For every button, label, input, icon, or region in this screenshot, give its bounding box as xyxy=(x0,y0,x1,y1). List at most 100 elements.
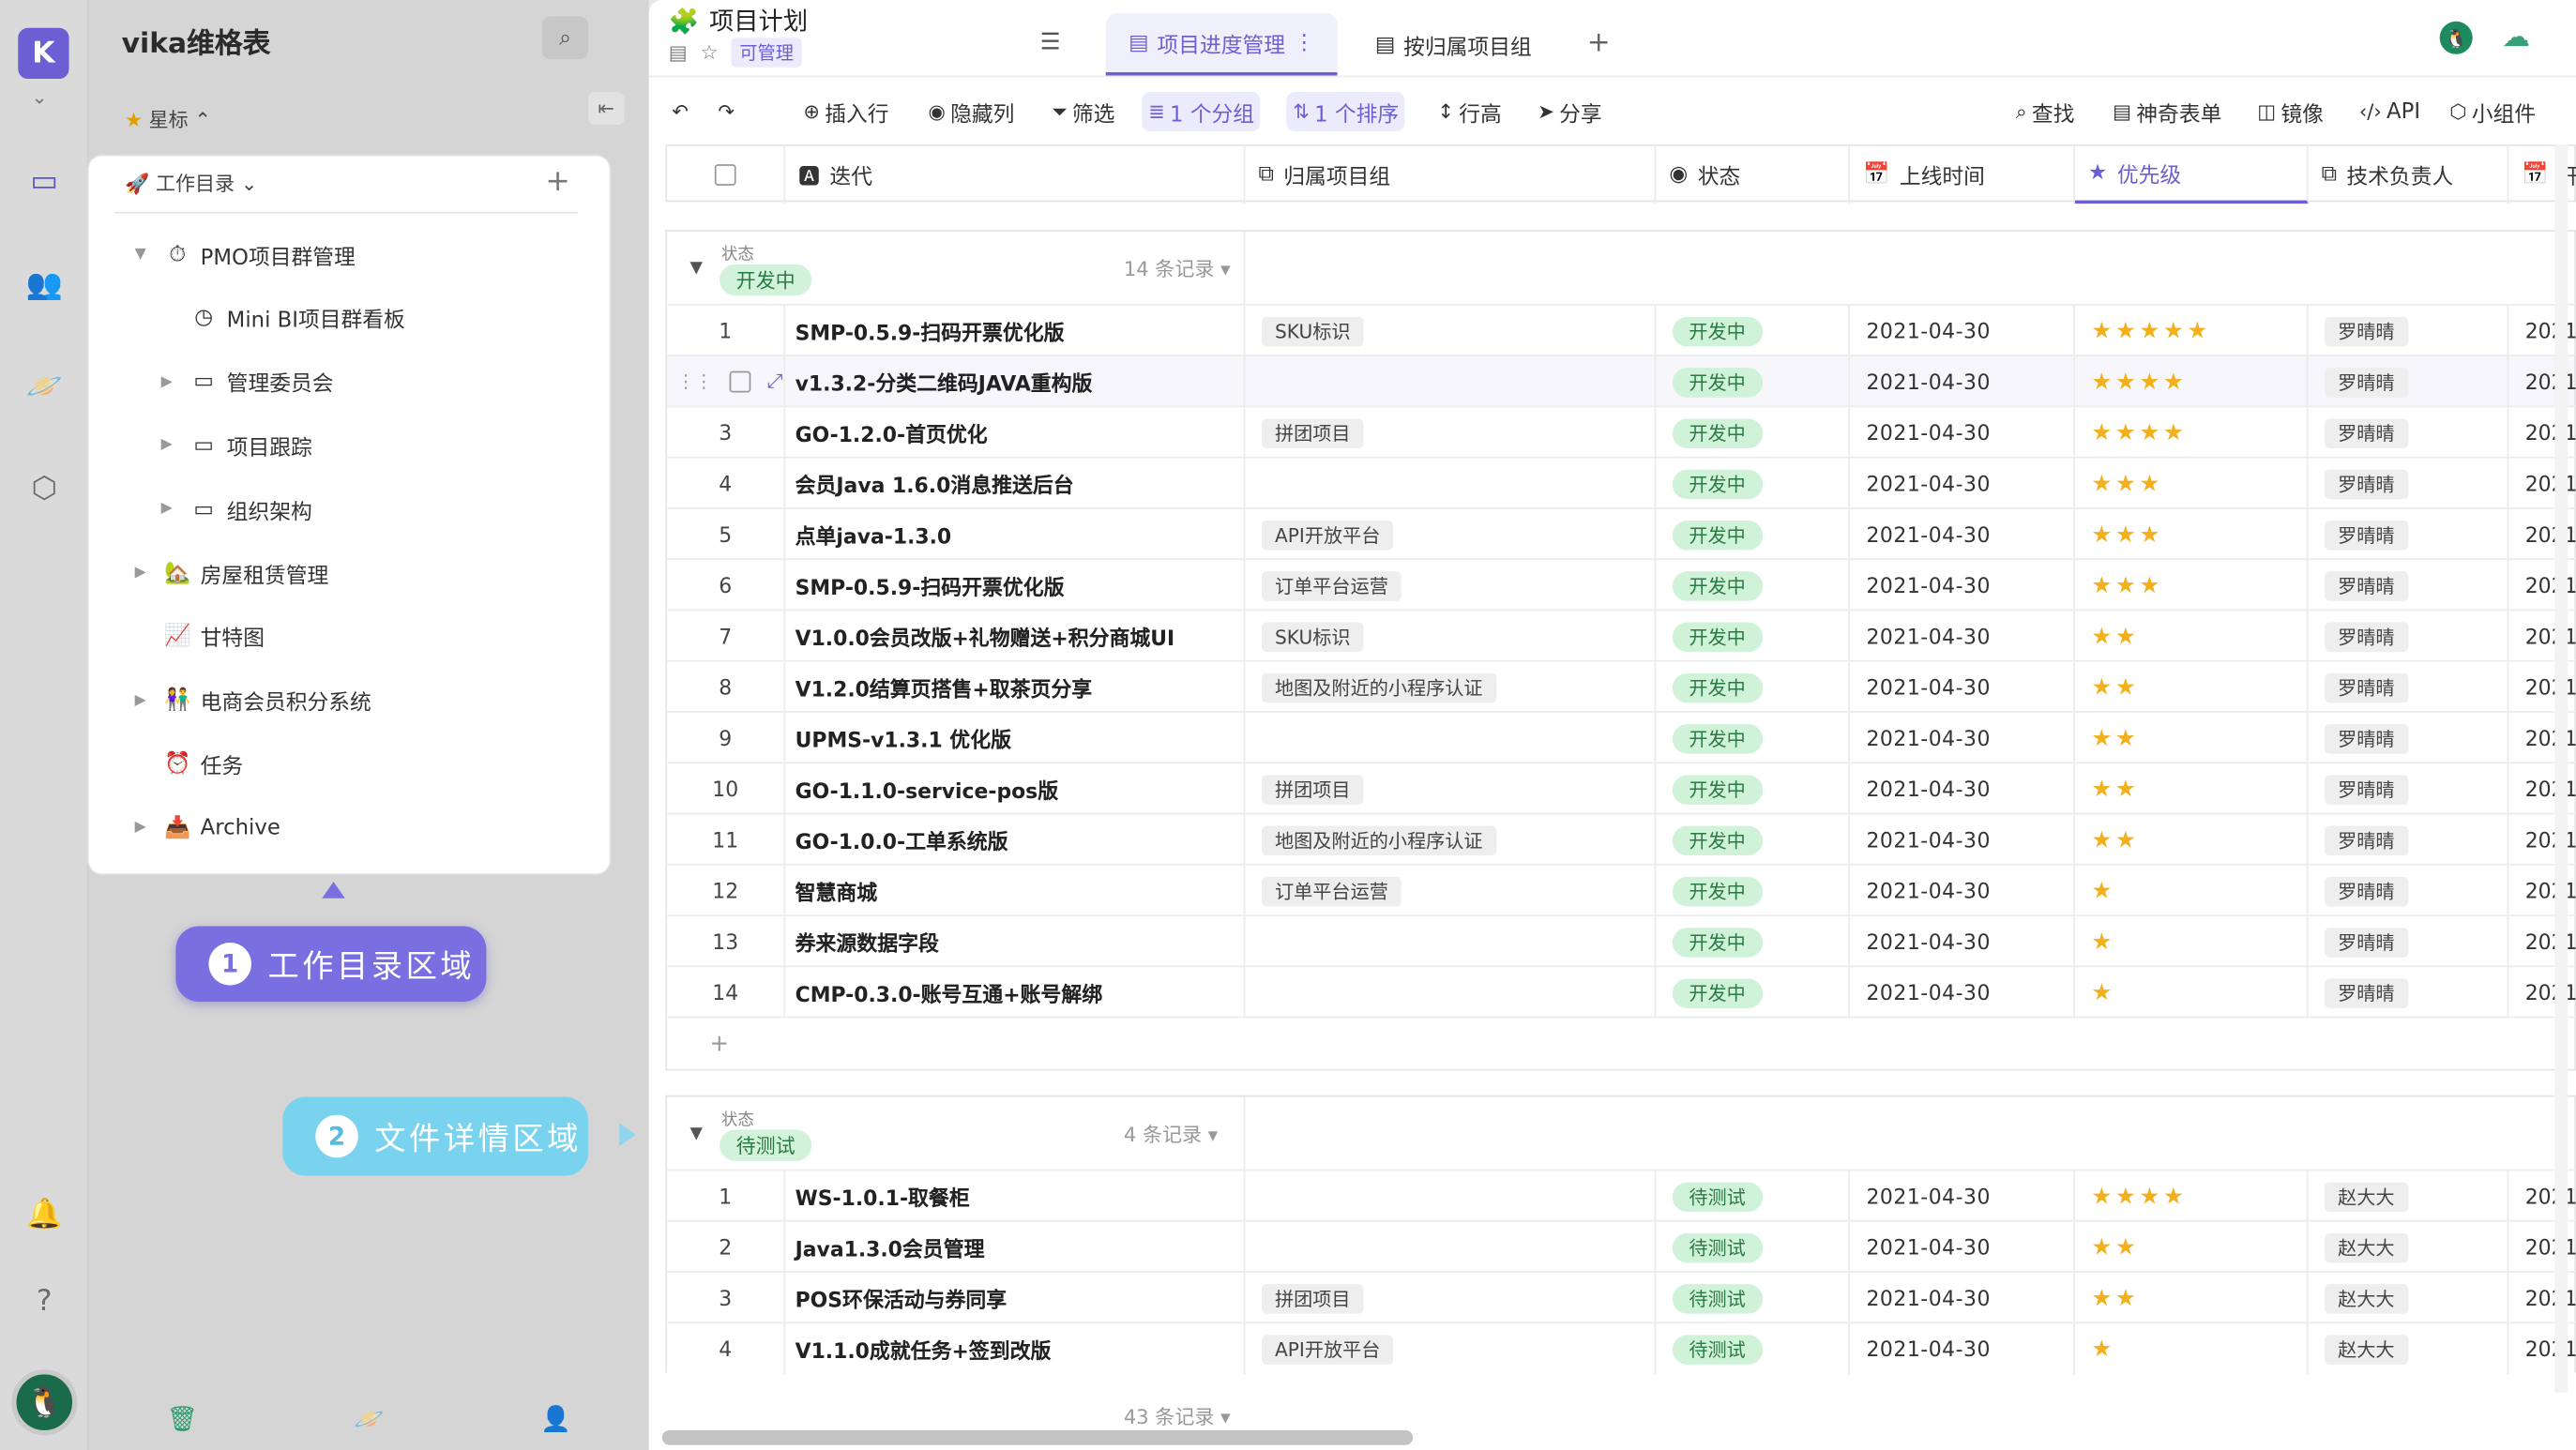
collapse-group-icon[interactable]: ▼ xyxy=(690,1125,703,1142)
add-node-button[interactable]: + xyxy=(545,164,569,199)
table-row[interactable]: 12 智慧商城 订单平台运营 开发中 2021-04-30 ★ 罗晴晴 2021 xyxy=(665,863,2576,916)
favorite-icon[interactable]: ☆ xyxy=(701,41,719,65)
planet-icon[interactable]: 🪐 xyxy=(354,1404,385,1434)
cell-owner[interactable]: 赵大大 xyxy=(2309,1171,2509,1222)
cell-launch-date[interactable]: 2021-04-30 xyxy=(1850,407,2075,459)
add-view-button[interactable]: + xyxy=(1587,26,1611,59)
chevron-down-icon[interactable]: ⌄ xyxy=(31,85,48,109)
vertical-scrollbar[interactable] xyxy=(2554,144,2568,1393)
cell-owner[interactable]: 罗晴晴 xyxy=(2309,305,2509,356)
cell-owner[interactable]: 赵大大 xyxy=(2309,1272,2509,1324)
cell-owner[interactable]: 罗晴晴 xyxy=(2309,458,2509,509)
cell-launch-date[interactable]: 2021-04-30 xyxy=(1850,560,2075,612)
table-row[interactable]: 10 GO-1.1.0-service-pos版 拼团项目 开发中 2021-04-30… xyxy=(665,762,2576,815)
cell-priority[interactable]: ★★★ xyxy=(2075,458,2309,509)
row-checkbox[interactable] xyxy=(729,370,751,393)
cell-owner[interactable]: 罗晴晴 xyxy=(2309,560,2509,612)
members-icon[interactable]: 👥 xyxy=(24,264,64,304)
cell-project[interactable] xyxy=(1245,355,1657,408)
table-row[interactable]: 8 V1.2.0结算页搭售+取茶页分享 地图及附近的小程序认证 开发中 2021-04-… xyxy=(665,659,2576,713)
catalog-node[interactable]: ▶ ▭ 组织架构 xyxy=(161,493,312,526)
column-header-priority[interactable]: ★ 优先级 xyxy=(2074,145,2309,204)
cell-priority[interactable]: ★★ xyxy=(2075,763,2309,815)
cell-status[interactable]: 开发中 xyxy=(1656,915,1850,968)
table-row[interactable]: 11 GO-1.0.0-工单系统版 地图及附近的小程序认证 开发中 2021-04-30… xyxy=(665,812,2576,866)
group-header[interactable]: ▼ 状态 待测试 4 条记录 ▾ xyxy=(665,1095,2576,1171)
cell-priority[interactable]: ★ xyxy=(2075,967,2309,1019)
catalog-node[interactable]: ▶ 🏡 房屋租赁管理 xyxy=(135,557,329,590)
collaborator-avatar[interactable]: 🐧 xyxy=(2439,21,2473,54)
find-button[interactable]: ⌕ 查找 xyxy=(2009,92,2082,131)
user-avatar[interactable]: 🐧 xyxy=(11,1369,78,1436)
cell-project[interactable] xyxy=(1245,1171,1657,1222)
cell-project[interactable]: 地图及附近的小程序认证 xyxy=(1245,814,1657,866)
cell-launch-date[interactable]: 2021-04-30 xyxy=(1850,814,2075,866)
cell-project[interactable]: API开放平台 xyxy=(1245,508,1657,561)
cell-priority[interactable]: ★★★★ xyxy=(2075,355,2309,408)
cell-launch-date[interactable]: 2021-04-30 xyxy=(1850,763,2075,815)
cell-status[interactable]: 待测试 xyxy=(1656,1171,1850,1222)
cell-priority[interactable]: ★★ xyxy=(2075,661,2309,713)
catalog-node[interactable]: ▶ 📥 Archive xyxy=(135,811,280,844)
more-icon[interactable]: ⋮ xyxy=(1294,30,1315,54)
cell-launch-date[interactable]: 2021-04-30 xyxy=(1850,611,2075,662)
cell-launch-date[interactable]: 2021-04-30 xyxy=(1850,508,2075,561)
cell-status[interactable]: 开发中 xyxy=(1656,967,1850,1019)
cell-project[interactable] xyxy=(1245,915,1657,968)
cell-owner[interactable]: 罗晴晴 xyxy=(2309,763,2509,815)
cell-owner[interactable]: 罗晴晴 xyxy=(2309,915,2509,968)
form-button[interactable]: ▤ 神奇表单 xyxy=(2106,92,2228,131)
cell-owner[interactable]: 罗晴晴 xyxy=(2309,508,2509,561)
cell-project[interactable] xyxy=(1245,967,1657,1019)
cell-priority[interactable]: ★★★★ xyxy=(2075,407,2309,459)
cell-status[interactable]: 开发中 xyxy=(1656,407,1850,459)
cell-project[interactable] xyxy=(1245,712,1657,764)
cell-status[interactable]: 开发中 xyxy=(1656,661,1850,713)
cell-iteration[interactable]: V1.1.0成就任务+签到改版 xyxy=(785,1323,1246,1375)
cell-launch-date[interactable]: 2021-04-30 xyxy=(1850,1171,2075,1222)
drag-handle-icon[interactable]: ⋮⋮ xyxy=(677,371,714,393)
node-arrow-icon[interactable]: ▶ xyxy=(161,501,181,518)
cell-launch-date[interactable]: 2021-04-30 xyxy=(1850,865,2075,916)
doc-title[interactable]: 🧩 项目计划 xyxy=(669,4,808,38)
cell-iteration[interactable]: POS环保活动与券同享 xyxy=(785,1272,1246,1324)
cell-priority[interactable]: ★★★ xyxy=(2075,508,2309,561)
cell-project[interactable]: API开放平台 xyxy=(1245,1323,1657,1375)
node-arrow-icon[interactable]: ▶ xyxy=(161,437,181,454)
cell-owner[interactable]: 罗晴晴 xyxy=(2309,865,2509,916)
undo-button[interactable]: ↶ xyxy=(665,92,695,131)
catalog-header[interactable]: 🚀 工作目录 ⌄ xyxy=(125,169,257,197)
table-row[interactable]: 4 会员Java 1.6.0消息推送后台 开发中 2021-04-30 ★★★ 罗晴晴 20… xyxy=(665,456,2576,509)
cell-iteration[interactable]: Java1.3.0会员管理 xyxy=(785,1221,1246,1273)
permission-badge[interactable]: 可管理 xyxy=(731,38,802,68)
cell-iteration[interactable]: V1.2.0结算页搭售+取茶页分享 xyxy=(785,661,1246,713)
workbench-icon[interactable]: ▭ xyxy=(11,149,78,212)
cell-project[interactable] xyxy=(1245,458,1657,509)
catalog-node[interactable]: ▶ 👫 电商会员积分系统 xyxy=(135,684,371,717)
cell-project[interactable]: 拼团项目 xyxy=(1245,407,1657,459)
cell-iteration[interactable]: GO-1.2.0-首页优化 xyxy=(785,407,1246,459)
table-row[interactable]: 1 WS-1.0.1-取餐柜 待测试 2021-04-30 ★★★★ 赵大大 2021 xyxy=(665,1169,2576,1222)
cell-launch-date[interactable]: 2021-04-30 xyxy=(1850,661,2075,713)
cell-launch-date[interactable]: 2021-04-30 xyxy=(1850,1323,2075,1375)
cell-status[interactable]: 待测试 xyxy=(1656,1221,1850,1273)
cell-project[interactable]: 订单平台运营 xyxy=(1245,560,1657,612)
cell-owner[interactable]: 赵大大 xyxy=(2309,1221,2509,1273)
cell-iteration[interactable]: 会员Java 1.6.0消息推送后台 xyxy=(785,458,1246,509)
cell-iteration[interactable]: V1.0.0会员改版+礼物赠送+积分商城UI xyxy=(785,611,1246,662)
catalog-node[interactable]: ⏰ 任务 xyxy=(135,748,243,780)
cell-launch-date[interactable]: 2021-04-30 xyxy=(1850,458,2075,509)
cell-status[interactable]: 待测试 xyxy=(1656,1323,1850,1375)
cell-project[interactable]: SKU标识 xyxy=(1245,305,1657,356)
table-row[interactable]: 1 SMP-0.5.9-扫码开票优化版 SKU标识 开发中 2021-04-30 ★★★★… xyxy=(665,303,2576,356)
cell-owner[interactable]: 罗晴晴 xyxy=(2309,407,2509,459)
cell-launch-date[interactable]: 2021-04-30 xyxy=(1850,355,2075,408)
collapse-group-icon[interactable]: ▼ xyxy=(690,260,703,278)
cell-priority[interactable]: ★★ xyxy=(2075,1272,2309,1324)
cell-iteration[interactable]: UPMS-v1.3.1 优化版 xyxy=(785,712,1246,764)
tab-project-progress[interactable]: ▤ 项目进度管理 ⋮ xyxy=(1105,13,1339,76)
cell-iteration[interactable]: 券来源数据字段 xyxy=(785,915,1246,968)
cell-project[interactable]: SKU标识 xyxy=(1245,611,1657,662)
cell-priority[interactable]: ★ xyxy=(2075,865,2309,916)
cell-owner[interactable]: 罗晴晴 xyxy=(2309,661,2509,713)
